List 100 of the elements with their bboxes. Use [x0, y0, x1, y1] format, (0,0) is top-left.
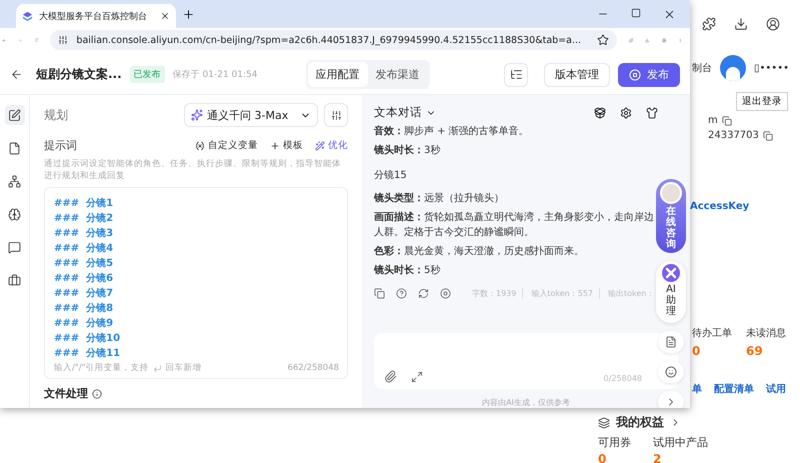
- refresh-icon[interactable]: [418, 288, 429, 299]
- message-text: 镜头时长：5秒: [374, 264, 442, 278]
- briefcase-icon: [8, 274, 21, 286]
- copy-icon[interactable]: [722, 116, 732, 126]
- record-icon: [629, 68, 641, 80]
- prompt-action[interactable]: 优化: [315, 139, 348, 152]
- counter-value: 0: [692, 344, 702, 358]
- prompt-action[interactable]: 模板: [270, 139, 303, 152]
- prompt-line: ### 分镜7: [54, 286, 114, 301]
- prompt-line: ### 分镜2: [54, 212, 114, 226]
- close-icon[interactable]: [160, 11, 170, 21]
- status-badge: 已发布: [130, 66, 165, 83]
- back-arrow-icon: [10, 68, 22, 81]
- benefit-label: 可用券: [598, 435, 631, 450]
- network-icon: [8, 174, 21, 188]
- layout-button[interactable]: [504, 62, 528, 86]
- benefits-title[interactable]: 我的权益: [616, 414, 664, 431]
- extensions-icon[interactable]: [702, 17, 716, 31]
- user-name: ▯•••••: [754, 62, 789, 74]
- prompt-editor[interactable]: ### 分镜1 ### 分镜2 ### 分镜3 ### 分镜4 ### 分镜5 ### 分镜6 ### 分镜7 ### 分镜8 ### 分镜9 ### 分镜10 ### 分镜11 输入/"/"引用变量，支持 回车新增 662/258048: [44, 187, 348, 379]
- bookmark-star-icon[interactable]: [597, 34, 610, 46]
- model-select[interactable]: 通义千问 3-Max: [184, 103, 318, 127]
- account-id: 24337703: [708, 130, 759, 141]
- section-title: 规划: [44, 106, 68, 124]
- expand-icon[interactable]: [411, 371, 423, 383]
- config-tab[interactable]: 发布渠道: [368, 62, 428, 87]
- publish-button[interactable]: 发布: [618, 62, 680, 86]
- counter-value: 69: [746, 344, 764, 358]
- access-key-link[interactable]: AccessKey: [690, 201, 750, 212]
- sliders-icon: [330, 110, 342, 120]
- file-icon: [8, 142, 21, 154]
- editor-hint: 输入/"/"引用变量，支持: [54, 362, 149, 374]
- quick-link[interactable]: 单: [692, 382, 702, 396]
- address-bar[interactable]: bailian.console.aliyun.com/cn-beijing/?spm=a2c6h.44051837.J_6979945990.4.52155cc1188S30&tab=a...: [50, 30, 618, 50]
- maximize-icon[interactable]: [631, 8, 641, 18]
- prompt-action[interactable]: 自定义变量: [195, 139, 258, 152]
- app-title: 短剧分镜文案...: [36, 66, 122, 83]
- message-text: 镜头类型：远景（拉升镜头）: [374, 192, 505, 206]
- new-tab-icon[interactable]: [182, 8, 195, 20]
- logout-button[interactable]: 退出登录: [736, 92, 788, 111]
- benefit-value: 0: [598, 452, 608, 463]
- section-title: 文件处理: [44, 386, 88, 401]
- enter-key-icon: [152, 364, 162, 372]
- prompt-line: ### 分镜6: [54, 272, 114, 286]
- prompt-line: ### 分镜10: [54, 332, 122, 346]
- assistant-logo-icon: [662, 264, 680, 282]
- site-settings-icon: [58, 35, 68, 45]
- collapse-button[interactable]: [658, 391, 684, 408]
- counter-label: 未读消息: [746, 326, 786, 340]
- prompt-line: ### 分镜5: [54, 256, 114, 271]
- sidebar-item[interactable]: [4, 105, 24, 125]
- account-name: m: [708, 115, 718, 126]
- model-settings-button[interactable]: [324, 103, 348, 127]
- config-tab[interactable]: 应用配置: [308, 62, 368, 87]
- version-button[interactable]: 版本管理: [544, 62, 610, 86]
- url-text: bailian.console.aliyun.com/cn-beijing/?spm=a2c6h.44051837.J_6979945990.4.52155cc1188S30&tab=a...: [76, 34, 582, 46]
- save-time: 保存于 01-21 01:54: [172, 68, 258, 81]
- message-text: 色彩：晨光金黄，海天澄澈，历史感扑面而来。: [374, 244, 585, 259]
- prompt-line: ### 分镜3: [54, 226, 114, 241]
- online-consult-button[interactable]: 在线咨询: [656, 179, 686, 253]
- console-link[interactable]: 制台: [692, 61, 712, 75]
- quick-link[interactable]: 配置清单: [714, 382, 754, 396]
- box-icon[interactable]: [594, 106, 606, 118]
- magic-wand-icon: [315, 140, 325, 150]
- chat-mode-select[interactable]: 文本对话: [374, 105, 436, 120]
- token-stat: 输出token：: [599, 288, 654, 299]
- message-text: 镜头时长：3秒: [374, 144, 442, 158]
- tab-title: 大模型服务平台百炼控制台: [39, 10, 147, 22]
- notes-button[interactable]: [658, 331, 684, 353]
- browser-tab[interactable]: 大模型服务平台百炼控制台: [16, 4, 176, 28]
- prompt-hint: 通过提示词设定智能体的角色、任务、执行步骤、限制等规则，指导智能体进行规划和生成回复: [44, 158, 342, 182]
- info-icon: [92, 388, 102, 398]
- app-logo-icon: [22, 10, 33, 22]
- stop-icon[interactable]: [440, 288, 451, 299]
- copy-icon[interactable]: [374, 288, 385, 299]
- feedback-button[interactable]: [658, 361, 684, 383]
- prompt-line: ### 分镜9: [54, 316, 114, 331]
- avatar[interactable]: [720, 55, 746, 81]
- download-icon[interactable]: [734, 17, 748, 31]
- copy-icon[interactable]: [762, 130, 773, 140]
- ai-assistant-button[interactable]: AI助理: [656, 261, 686, 323]
- prompt-line: ### 分镜1: [54, 196, 114, 211]
- help-icon[interactable]: [396, 288, 407, 299]
- variable-icon: [195, 140, 205, 150]
- model-icon: [191, 109, 203, 121]
- profile-icon[interactable]: [766, 17, 780, 31]
- benefit-label: 试用中产品: [653, 435, 708, 450]
- benefit-value: 2: [653, 452, 662, 463]
- avatar: [660, 182, 682, 204]
- ai-disclaimer: 内容由AI生成，仅供参考: [482, 397, 570, 408]
- counter-label: 待办工单: [692, 326, 732, 340]
- quick-link[interactable]: 试用: [766, 382, 786, 396]
- message-heading: 分镜15: [374, 168, 408, 183]
- smiley-icon: [665, 366, 677, 378]
- prompt-line: ### 分镜8: [54, 302, 114, 316]
- settings-icon[interactable]: [620, 106, 632, 118]
- prompt-label: 提示词: [44, 138, 77, 153]
- input-counter: 0/258048: [604, 374, 642, 383]
- token-stat: 字数：1939: [472, 288, 516, 299]
- attach-icon[interactable]: [384, 370, 397, 383]
